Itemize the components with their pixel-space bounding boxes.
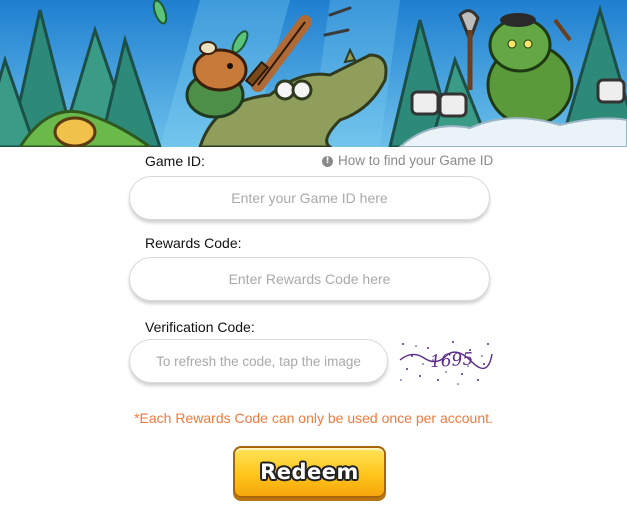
game-id-label: Game ID: [145,153,205,169]
usage-notice: *Each Rewards Code can only be used once… [134,410,493,426]
captcha-graphic: 1695 [399,341,493,385]
how-to-find-game-id-link[interactable]: ! How to find your Game ID [322,153,493,169]
rewards-code-label: Rewards Code: [145,235,242,251]
captcha-text: 1695 [429,349,474,372]
hero-banner [0,0,627,147]
help-link-text: How to find your Game ID [338,153,494,168]
verification-code-label: Verification Code: [145,319,255,335]
captcha-image[interactable]: 1695 [398,336,493,388]
banner-illustration [0,0,627,147]
game-id-input[interactable] [129,176,490,220]
verification-code-input[interactable] [129,339,388,383]
rewards-code-input[interactable] [129,257,490,301]
info-icon: ! [322,155,333,167]
redeem-button[interactable]: Redeem [233,446,386,498]
